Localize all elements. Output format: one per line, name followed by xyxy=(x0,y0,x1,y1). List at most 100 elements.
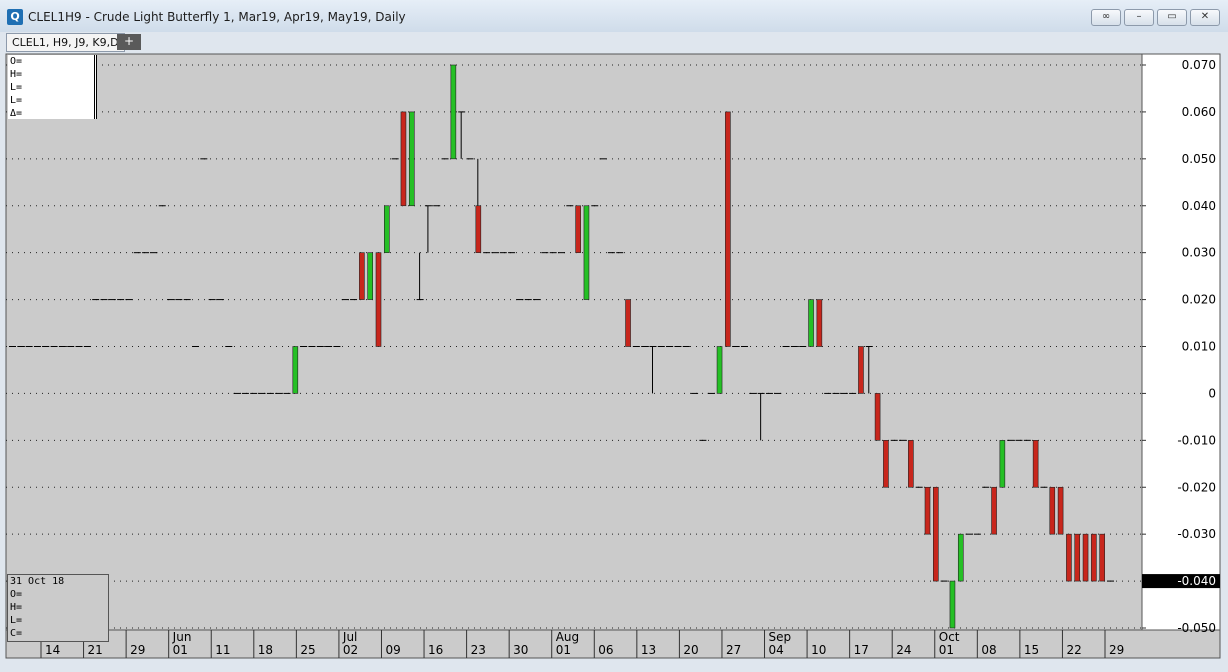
x-tick-label: 17 xyxy=(854,643,869,657)
x-tick-label: 18 xyxy=(258,643,273,657)
x-tick-label: 01 xyxy=(173,643,188,657)
bar-up xyxy=(957,533,964,582)
y-tick-label: 0.050 xyxy=(1182,152,1216,166)
minimize-icon[interactable]: – xyxy=(1124,9,1154,26)
bar-down xyxy=(1049,486,1056,535)
x-tick-label: 10 xyxy=(811,643,826,657)
bar-down xyxy=(991,486,997,535)
bar-down xyxy=(1074,533,1081,582)
x-tick-label: 01 xyxy=(939,643,954,657)
y-tick-label: 0.030 xyxy=(1182,246,1216,260)
restore-icon[interactable]: ▭ xyxy=(1157,9,1187,26)
title-bar: Q CLEL1H9 - Crude Light Butterfly 1, Mar… xyxy=(0,0,1228,33)
bar-up xyxy=(999,440,1006,488)
tab-chart[interactable]: CLEL1, H9, J9, K9,D xyxy=(6,33,125,52)
cursor-date: 31 Oct 18 xyxy=(10,576,65,587)
x-tick-label: 06 xyxy=(598,643,613,657)
add-tab-button[interactable]: + xyxy=(117,34,141,50)
bar-up xyxy=(408,111,415,207)
bar-down xyxy=(359,252,365,300)
tab-bar: CLEL1, H9, J9, K9,D + xyxy=(0,32,1228,52)
x-tick-label: 29 xyxy=(1109,643,1124,657)
x-tick-label: 11 xyxy=(215,643,230,657)
x-tick-label: 09 xyxy=(385,643,400,657)
x-tick-label: 30 xyxy=(513,643,528,657)
month-label: Oct xyxy=(939,630,960,644)
bar-down xyxy=(475,205,482,253)
bar-up xyxy=(716,346,723,394)
bar-down xyxy=(858,346,864,394)
y-tick-label: 0.020 xyxy=(1182,293,1216,307)
bar-up xyxy=(367,252,373,300)
link-icon[interactable]: ∞ xyxy=(1091,9,1121,26)
x-tick-label: 23 xyxy=(471,643,486,657)
x-tick-label: 15 xyxy=(1024,643,1039,657)
y-tick-label: -0.050 xyxy=(1177,621,1216,635)
ohlc-open: O= xyxy=(10,56,23,67)
x-tick-label: 22 xyxy=(1066,643,1081,657)
bar-up xyxy=(450,64,457,160)
bar-up xyxy=(292,346,299,394)
bar-down xyxy=(1066,533,1072,582)
x-tick-label: 02 xyxy=(343,643,358,657)
cursor-low: L= xyxy=(10,615,23,626)
plot-background xyxy=(5,53,1143,631)
y-tick-label: 0.010 xyxy=(1182,340,1216,354)
cursor-date-box: 31 Oct 18 O= H= L= C= xyxy=(7,574,109,642)
y-tick-label: -0.010 xyxy=(1177,433,1216,447)
ohlc-last: L= xyxy=(10,95,23,106)
x-tick-label: 16 xyxy=(428,643,443,657)
bar-down xyxy=(908,440,914,488)
bar-down xyxy=(1057,486,1064,535)
price-chart[interactable]: 0.070 0.060 0.050 0.040 0.030 0.020 0.010 0 -0.0… xyxy=(0,52,1228,672)
bar-down xyxy=(933,486,939,582)
month-label: Sep xyxy=(769,630,792,644)
bar-down xyxy=(1099,533,1105,582)
month-label: Aug xyxy=(556,630,579,644)
x-tick-label: 21 xyxy=(88,643,103,657)
month-label: Jul xyxy=(342,630,357,644)
close-icon[interactable]: ✕ xyxy=(1190,9,1220,26)
y-tick-label: 0 xyxy=(1208,386,1216,400)
bar-down xyxy=(816,299,823,347)
x-tick-label: 27 xyxy=(726,643,741,657)
x-tick-label: 04 xyxy=(769,643,784,657)
bar-down xyxy=(1032,440,1039,488)
bar-down xyxy=(1091,533,1097,582)
y-tick-label: 0.060 xyxy=(1182,105,1216,119)
month-label: Jun xyxy=(172,630,192,644)
y-tick-label: 0.040 xyxy=(1182,199,1216,213)
ohlc-readout: O= H= L= L= Δ= xyxy=(8,55,97,119)
x-tick-label: 25 xyxy=(300,643,315,657)
bar-down xyxy=(575,205,581,253)
bar-down xyxy=(883,440,889,488)
bar-down xyxy=(400,111,407,207)
x-tick-label: 20 xyxy=(683,643,698,657)
ohlc-delta: Δ= xyxy=(10,108,23,119)
bar-down xyxy=(924,486,931,535)
cursor-close: C= xyxy=(10,628,23,639)
bar-up xyxy=(949,580,956,629)
cursor-high: H= xyxy=(10,602,23,613)
bar-up xyxy=(583,205,590,300)
window-title: CLEL1H9 - Crude Light Butterfly 1, Mar19… xyxy=(28,10,406,24)
bar-down xyxy=(625,299,631,347)
bar-up xyxy=(808,299,814,347)
x-tick-label: 13 xyxy=(641,643,656,657)
y-tick-label: -0.030 xyxy=(1177,527,1216,541)
x-tick-label: 24 xyxy=(896,643,911,657)
ohlc-low: L= xyxy=(10,82,23,93)
bar-down xyxy=(375,252,382,347)
bar-down xyxy=(874,393,881,441)
y-tick-label: -0.020 xyxy=(1177,480,1216,494)
x-tick-label: 29 xyxy=(130,643,145,657)
chart-area[interactable]: 0.070 0.060 0.050 0.040 0.030 0.020 0.010 0 -0.0… xyxy=(0,52,1228,672)
x-tick-label: 14 xyxy=(45,643,60,657)
bar-up xyxy=(384,205,390,253)
bar-down xyxy=(725,111,731,347)
ohlc-high: H= xyxy=(10,69,23,80)
x-tick-label: 01 xyxy=(556,643,571,657)
last-price-label: -0.040 xyxy=(1177,574,1216,588)
y-tick-label: 0.070 xyxy=(1182,58,1216,72)
cursor-open: O= xyxy=(10,589,23,600)
